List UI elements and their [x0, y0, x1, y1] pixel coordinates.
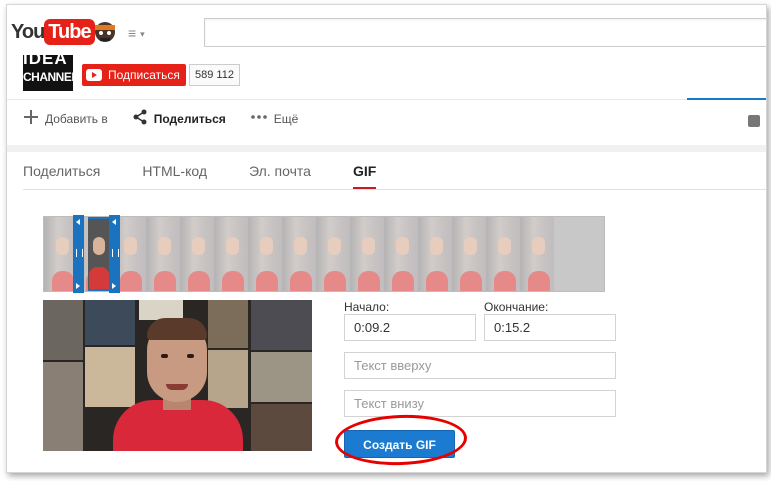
person-eye [161, 354, 168, 358]
filmstrip-frame [316, 217, 350, 291]
frame-face [93, 237, 105, 255]
tab-embed[interactable]: HTML-код [142, 163, 207, 187]
share-icon [132, 109, 148, 129]
person-hair [147, 318, 207, 340]
like-bar [687, 98, 766, 100]
arrow-left-icon [112, 219, 116, 225]
bottom-text-input[interactable]: Текст внизу [344, 390, 616, 417]
filmstrip-frame [486, 217, 520, 291]
action-bar: Добавить в Поделиться Ещё [23, 109, 322, 129]
top-text-input[interactable]: Текст вверху [344, 352, 616, 379]
filmstrip-frame [452, 217, 486, 291]
section-divider [7, 145, 766, 152]
subscribe-button[interactable]: Подписаться [82, 64, 186, 86]
filmstrip-frame [384, 217, 418, 291]
divider [7, 99, 766, 100]
range-start-handle[interactable] [73, 215, 84, 293]
highlight-circle-annotation [334, 412, 468, 468]
filmstrip-frame [282, 217, 316, 291]
start-time-label: Начало: [344, 300, 390, 314]
subscriber-count: 589 112 [189, 64, 240, 86]
filmstrip-frame [180, 217, 214, 291]
filmstrip-frames [44, 217, 554, 291]
browser-frame: You Tube ≡ ▾ IDEA CHANNEL Подписаться 58… [6, 4, 767, 473]
thumbs-up-icon[interactable] [748, 115, 760, 127]
frame-shirt [89, 267, 109, 289]
gif-filmstrip[interactable] [43, 215, 605, 293]
arrow-left-icon [76, 219, 80, 225]
arrow-right-icon [76, 283, 80, 289]
tab-share[interactable]: Поделиться [23, 163, 100, 187]
end-time-input[interactable]: 0:15.2 [484, 314, 616, 341]
guide-menu-icon[interactable]: ≡ ▾ [128, 25, 145, 41]
add-to-button[interactable]: Добавить в [23, 109, 108, 129]
channel-logo-line1: IDEA [23, 55, 68, 68]
youtube-logo[interactable]: You Tube [11, 17, 119, 47]
more-label: Ещё [273, 112, 299, 126]
plus-icon [23, 109, 39, 129]
filmstrip-frame [418, 217, 452, 291]
filmstrip-frame [214, 217, 248, 291]
more-icon [250, 109, 268, 129]
filmstrip-frame [248, 217, 282, 291]
share-tabs: Поделиться HTML-код Эл. почта GIF [23, 163, 418, 189]
gif-preview-image [43, 300, 312, 451]
logo-tube-text: Tube [44, 19, 95, 45]
share-button[interactable]: Поделиться [132, 109, 226, 129]
start-time-input[interactable]: 0:09.2 [344, 314, 476, 341]
person-mouth [166, 384, 188, 390]
search-input[interactable] [204, 18, 766, 47]
end-time-label: Окончание: [484, 300, 549, 314]
subscribe-label: Подписаться [108, 68, 180, 82]
more-button[interactable]: Ещё [250, 109, 299, 129]
tab-gif[interactable]: GIF [352, 163, 377, 189]
person-eye [187, 354, 194, 358]
add-to-label: Добавить в [45, 112, 108, 126]
doodle-icon [94, 22, 115, 42]
share-label: Поделиться [153, 112, 226, 126]
grip-icon [76, 249, 83, 257]
arrow-right-icon [112, 283, 116, 289]
logo-you-text: You [11, 20, 45, 43]
tabs-divider [23, 189, 766, 190]
youtube-play-icon [86, 69, 102, 81]
selected-range-frame [88, 217, 110, 291]
channel-avatar[interactable]: IDEA CHANNEL [23, 55, 73, 91]
tab-email[interactable]: Эл. почта [249, 163, 311, 187]
grip-icon [112, 249, 119, 257]
filmstrip-frame [146, 217, 180, 291]
filmstrip-frame [350, 217, 384, 291]
range-end-handle[interactable] [109, 215, 120, 293]
filmstrip-frame [520, 217, 554, 291]
channel-logo-line2: CHANNEL [23, 70, 73, 84]
